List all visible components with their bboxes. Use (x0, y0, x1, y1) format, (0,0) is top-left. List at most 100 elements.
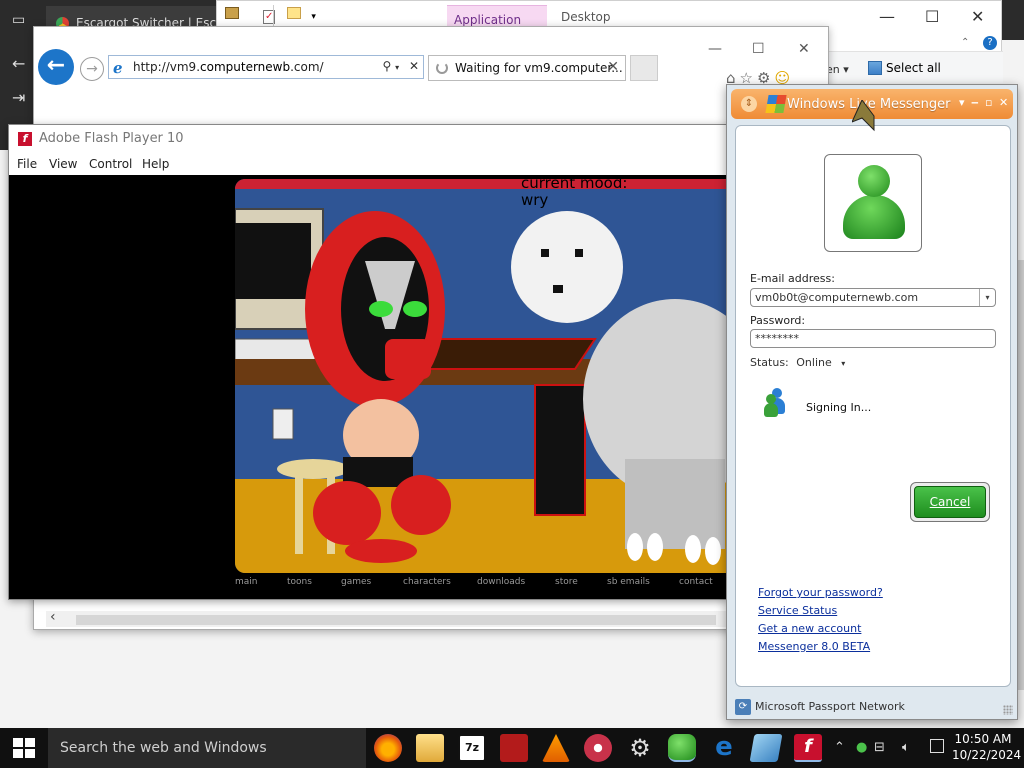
get-new-account-link[interactable]: Get a new account (758, 622, 861, 635)
minimize-icon[interactable]: — (708, 41, 722, 57)
status-dropdown-icon[interactable]: ▾ (841, 359, 845, 368)
minimize-icon[interactable]: — (879, 7, 895, 26)
forward-button[interactable]: → (80, 57, 104, 81)
tray-messenger-icon[interactable]: ● (856, 740, 867, 755)
menu-control[interactable]: Control (89, 157, 132, 171)
messenger-footer: ⟳ Microsoft Passport Network (731, 697, 1015, 717)
menu-orb-icon[interactable]: ⇕ (741, 96, 757, 112)
maximize-icon[interactable]: ▫ (985, 96, 992, 109)
taskbar-clock[interactable]: 10:50 AM 10/22/2024 (952, 731, 1021, 763)
maximize-icon[interactable]: ☐ (752, 41, 765, 57)
cancel-button-label: Cancel (914, 486, 986, 518)
flash-stage[interactable]: current mood: wry main toons games chara… (9, 175, 727, 599)
minimize-icon[interactable]: ‒ (971, 96, 979, 109)
back-button[interactable]: ← (38, 49, 74, 85)
sign-in-icon[interactable]: ⇥ (12, 88, 25, 107)
menu-view[interactable]: View (49, 157, 77, 171)
ie-page-icon: ℯ (113, 59, 123, 77)
address-url[interactable]: http://vm9.computernewb.com/ (133, 60, 324, 74)
messenger-buddies-icon (764, 388, 788, 418)
quick-access-toolbar: ✓ ▾ (225, 7, 316, 24)
close-icon[interactable]: ✕ (999, 96, 1008, 109)
taskbar-search-box[interactable]: Search the web and Windows (48, 728, 366, 768)
cancel-button[interactable]: Cancel (910, 482, 990, 522)
nav-sb-emails[interactable]: sb emails (607, 577, 650, 587)
help-icon[interactable]: ? (983, 36, 997, 50)
nav-store[interactable]: store (555, 577, 578, 587)
nav-main[interactable]: main (235, 577, 258, 587)
vertical-scrollbar[interactable] (1018, 260, 1024, 690)
tab-desktop[interactable]: Desktop (561, 10, 611, 24)
back-arrow-icon[interactable]: ← (12, 54, 25, 73)
messenger-beta-link[interactable]: Messenger 8.0 BETA (758, 640, 870, 653)
open-button-partial[interactable]: en ▾ (826, 63, 849, 76)
volume-icon[interactable]: 🔈︎ (902, 740, 910, 755)
flash-player-window: f Adobe Flash Player 10 File View Contro… (8, 124, 728, 600)
passport-network-text: Microsoft Passport Network (755, 700, 905, 713)
scrollbar-thumb[interactable] (76, 615, 716, 625)
ie-icon[interactable]: e (710, 734, 738, 762)
nav-contact[interactable]: contact (679, 577, 713, 587)
new-tab-button[interactable] (630, 55, 658, 81)
app-icon[interactable] (749, 734, 783, 762)
forgot-password-link[interactable]: Forgot your password? (758, 586, 883, 599)
ribbon-collapse-icon[interactable]: ⌃ (961, 37, 969, 48)
current-mood-text: current mood: wry (521, 179, 627, 209)
network-icon[interactable]: ⊟ (874, 740, 885, 755)
menu-help[interactable]: Help (142, 157, 169, 171)
gear-icon[interactable]: ⚙ (626, 734, 654, 762)
homestar-runner-animation[interactable]: current mood: wry (235, 179, 727, 573)
firefox-icon[interactable] (374, 734, 402, 762)
qat-dropdown-icon[interactable]: ▾ (311, 12, 316, 22)
maximize-icon[interactable]: ☐ (925, 7, 939, 26)
display-picture[interactable] (824, 154, 922, 252)
notifications-icon[interactable] (930, 739, 944, 753)
email-field[interactable]: vm0b0t@computernewb.com ▾ (750, 288, 996, 307)
media-icon[interactable] (500, 734, 528, 762)
stop-icon[interactable]: ✕ (409, 59, 419, 73)
nav-downloads[interactable]: downloads (477, 577, 525, 587)
tab-close-icon[interactable]: ✕ (607, 59, 619, 75)
horizontal-scrollbar[interactable]: ‹ (46, 609, 730, 627)
tab-actions-icon[interactable]: ▭ (12, 12, 25, 28)
7zip-icon[interactable]: 7z (458, 734, 486, 762)
close-icon[interactable]: ✕ (798, 41, 810, 57)
taskbar: Search the web and Windows 7z ⚙ e f ⌃ ● … (0, 728, 1024, 768)
start-button[interactable] (0, 728, 48, 768)
flash-window-title: Adobe Flash Player 10 (39, 131, 184, 146)
status-value[interactable]: Online (796, 356, 831, 369)
browser-tab[interactable]: Waiting for vm9.computer... ✕ (428, 55, 626, 81)
avatar-head-icon (858, 165, 890, 197)
vlc-icon[interactable] (542, 734, 570, 762)
address-bar[interactable]: ℯ http://vm9.computernewb.com/ ⚲ ▾ ✕ (108, 55, 424, 79)
search-dropdown-icon[interactable]: ▾ (395, 63, 399, 72)
tray-overflow-icon[interactable]: ⌃ (834, 740, 845, 755)
resize-grip[interactable] (1003, 705, 1013, 715)
nav-characters[interactable]: characters (403, 577, 451, 587)
password-field[interactable]: ******** (750, 329, 996, 348)
address-tools: ⚲ ▾ ✕ (382, 59, 419, 73)
clock-time: 10:50 AM (954, 732, 1012, 746)
dropdown-icon[interactable]: ▾ (959, 96, 965, 109)
status-selector[interactable]: Status: Online ▾ (750, 356, 845, 369)
email-dropdown-icon[interactable]: ▾ (979, 289, 995, 306)
new-folder-icon[interactable] (287, 7, 302, 19)
file-explorer-icon[interactable] (416, 734, 444, 762)
folder-icon[interactable] (225, 7, 239, 19)
windows-flag-icon (765, 95, 787, 113)
select-all-button[interactable]: Select all (868, 61, 941, 75)
messenger-icon[interactable] (668, 734, 696, 762)
flash-title-bar: f Adobe Flash Player 10 (9, 125, 727, 153)
menu-file[interactable]: File (17, 157, 37, 171)
nav-games[interactable]: games (341, 577, 371, 587)
flash-logo-icon: f (18, 132, 32, 146)
scroll-left-icon[interactable]: ‹ (50, 609, 56, 625)
search-icon[interactable]: ⚲ (382, 59, 391, 73)
service-status-link[interactable]: Service Status (758, 604, 837, 617)
nav-toons[interactable]: toons (287, 577, 312, 587)
flash-icon[interactable]: f (794, 734, 822, 762)
settings-app-icon[interactable] (584, 734, 612, 762)
close-icon[interactable]: ✕ (971, 7, 984, 26)
select-all-icon (868, 61, 882, 75)
avatar-body-icon (843, 195, 905, 239)
